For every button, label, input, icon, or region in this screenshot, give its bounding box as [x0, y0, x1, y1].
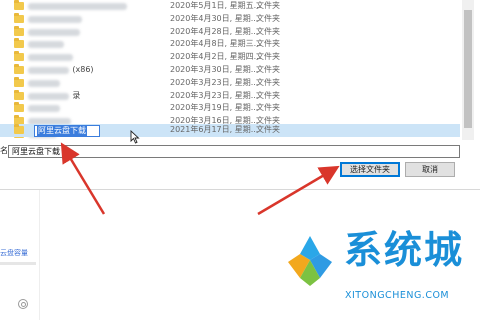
blurred-folder-name — [28, 105, 61, 113]
file-date: 2020年3月23日, 星期... — [170, 77, 259, 87]
file-date: 2020年4月28日, 星期... — [170, 26, 259, 36]
file-row[interactable]: 2020年4月30日, 星期... 文件夹 — [0, 12, 460, 26]
folder-icon — [14, 12, 24, 23]
file-type: 文件夹 — [256, 26, 280, 36]
settings-icon[interactable] — [18, 299, 28, 309]
file-row[interactable]: 2020年4月8日, 星期三... 文件夹 — [0, 38, 460, 51]
blurred-folder-name — [28, 67, 70, 74]
file-row[interactable]: 2020年4月2日, 星期四... 文件夹 — [0, 51, 460, 64]
folder-icon — [14, 102, 24, 113]
blurred-folder-name — [28, 92, 70, 100]
file-date: 2020年4月30日, 星期... — [170, 13, 259, 23]
file-row[interactable]: (x86) 2020年3月30日, 星期... 文件夹 — [0, 64, 460, 77]
watermark-logo-icon — [288, 236, 332, 286]
rename-input[interactable]: 阿里云盘下载 — [34, 124, 100, 137]
file-type: 文件夹 — [256, 13, 280, 23]
blurred-folder-name — [28, 3, 127, 10]
select-folder-button[interactable]: 选择文件夹 — [340, 162, 400, 177]
filename-field[interactable]: 阿里云盘下载 — [8, 145, 460, 158]
file-type: 文件夹 — [256, 52, 280, 62]
blurred-folder-name — [28, 15, 82, 23]
file-type: 文件夹 — [256, 103, 280, 113]
file-date: 2020年5月1日, 星期五... — [170, 1, 262, 10]
file-type: 文件夹 — [256, 39, 280, 49]
folder-icon — [14, 38, 24, 49]
file-row[interactable]: 2020年3月23日, 星期... 文件夹 — [0, 76, 460, 90]
file-row[interactable]: 录 2020年3月23日, 星期... 文件夹 — [0, 89, 460, 103]
file-row[interactable]: 2020年5月1日, 星期五... 文件夹 — [0, 0, 460, 13]
folder-picker-dialog: 2020年5月1日, 星期五... 文件夹 2020年4月30日, 星期... 文件夹… — [0, 0, 480, 190]
folder-icon — [14, 51, 24, 62]
folder-name-suffix: (x86) — [72, 65, 94, 74]
folder-icon — [14, 124, 24, 134]
blurred-folder-name — [28, 28, 81, 36]
scrollbar-thumb[interactable] — [464, 10, 472, 128]
folder-icon — [14, 76, 24, 87]
folder-name-suffix: 录 — [72, 90, 81, 100]
file-date: 2020年3月19日, 星期... — [170, 103, 259, 113]
folder-icon — [14, 89, 24, 100]
sidebar-link[interactable]: 云盘容量 — [0, 249, 28, 258]
file-date: 2021年6月17日, 星期... — [170, 125, 259, 134]
blurred-folder-name — [28, 79, 61, 87]
folder-icon — [14, 0, 24, 10]
file-row[interactable]: 2020年4月28日, 星期... 文件夹 — [0, 25, 460, 39]
file-type: 文件夹 — [256, 1, 280, 10]
file-date: 2020年4月2日, 星期四... — [170, 52, 262, 62]
mouse-cursor-icon — [130, 130, 140, 144]
file-list[interactable]: 2020年5月1日, 星期五... 文件夹 2020年4月30日, 星期... 文件夹… — [0, 0, 460, 140]
folder-icon — [14, 64, 24, 74]
folder-icon — [14, 25, 24, 36]
file-date: 2020年3月23日, 星期... — [170, 90, 259, 100]
file-row-selected[interactable]: 阿里云盘下载 2021年6月17日, 星期... 文件夹 — [0, 124, 460, 137]
file-date: 2020年4月8日, 星期三... — [170, 39, 262, 49]
file-row[interactable]: 2020年3月19日, 星期... 文件夹 — [0, 102, 460, 115]
cancel-button[interactable]: 取消 — [405, 162, 455, 177]
blurred-folder-name — [28, 54, 73, 62]
watermark-subtitle: XITONGCHENG.COM — [345, 290, 450, 301]
file-type: 文件夹 — [256, 125, 280, 134]
rename-text: 阿里云盘下载 — [37, 125, 87, 136]
file-type: 文件夹 — [256, 90, 280, 100]
file-date: 2020年3月30日, 星期... — [170, 65, 259, 74]
file-type: 文件夹 — [256, 65, 280, 74]
blurred-folder-name — [28, 41, 64, 49]
file-type: 文件夹 — [256, 77, 280, 87]
watermark-title: 系统城 — [344, 228, 465, 272]
sidebar-progress-bar — [0, 262, 36, 265]
vertical-scrollbar[interactable] — [462, 0, 474, 140]
